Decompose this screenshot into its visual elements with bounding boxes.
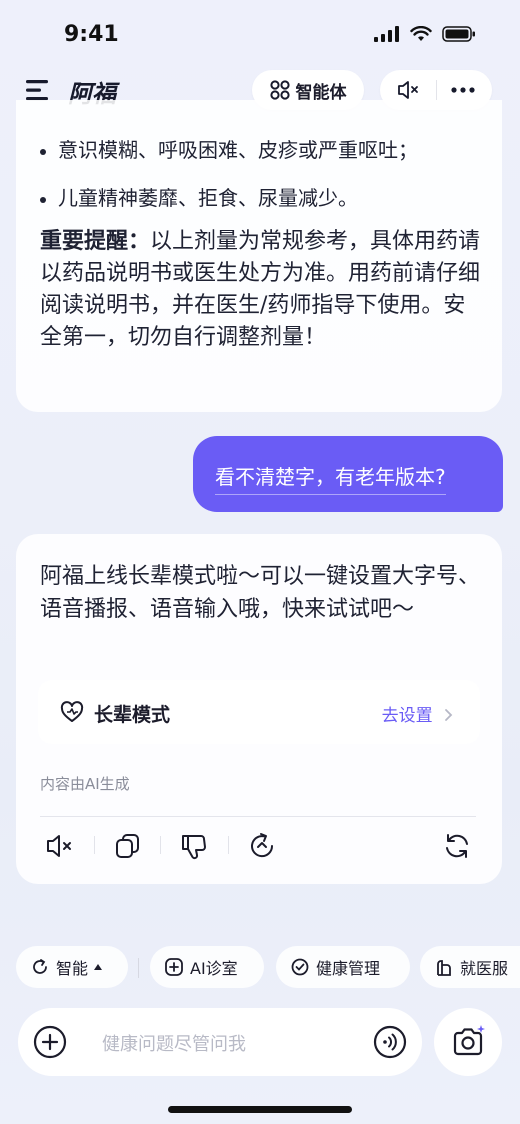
bullet-item: 意识模糊、呼吸困难、皮疹或严重呕吐； <box>40 134 418 163</box>
header-divider <box>436 80 437 100</box>
status-bar: 9:41 <box>0 0 520 70</box>
bullet-text: 意识模糊、呼吸困难、皮疹或严重呕吐； <box>58 138 418 162</box>
action-separator <box>94 836 95 854</box>
chevron-right-icon <box>445 709 453 721</box>
chip-label: 健康管理 <box>316 959 381 978</box>
bullet-dot <box>40 196 46 203</box>
agent-grid-icon <box>269 80 290 100</box>
wifi-icon <box>410 26 432 41</box>
bullet-text: 儿童精神萎靡、拒食、尿量减少。 <box>58 186 358 210</box>
regenerate-icon[interactable] <box>441 830 473 862</box>
thumbs-down-icon[interactable] <box>178 830 210 862</box>
chat-input[interactable]: 健康问题尽管问我 <box>102 1030 246 1056</box>
chip-label: 就医服 <box>460 959 509 978</box>
chip-medical-service[interactable]: 就医服 <box>420 946 520 988</box>
camera-icon <box>453 1025 485 1056</box>
action-separator <box>228 836 229 854</box>
clinic-icon <box>165 958 183 976</box>
bullet-item: 儿童精神萎靡、拒食、尿量减少。 <box>40 182 358 211</box>
chip-separator <box>138 958 139 978</box>
elder-mode-label: 长辈模式 <box>94 704 171 726</box>
camera-button[interactable] <box>434 1008 502 1076</box>
reply-text: 阿福上线长辈模式啦～可以一键设置大字号、语音播报、语音输入哦，快来试试吧～ <box>40 564 481 622</box>
share-icon[interactable] <box>246 830 278 862</box>
chip-label: AI诊室 <box>190 959 238 978</box>
signal-icon <box>374 26 399 42</box>
chip-health-management[interactable]: 健康管理 <box>276 946 410 988</box>
user-message-bubble: 看不清楚字，有老年版本? <box>193 436 503 512</box>
more-icon[interactable] <box>450 84 476 96</box>
plus-icon[interactable] <box>32 1024 68 1060</box>
health-check-icon <box>291 958 309 976</box>
action-separator <box>160 836 161 854</box>
user-message-text: 看不清楚字，有老年版本? <box>215 461 446 495</box>
agent-label: 智能体 <box>295 82 347 103</box>
heart-icon <box>60 701 84 722</box>
go-setup-label: 去设置 <box>381 706 433 726</box>
battery-icon <box>442 26 475 42</box>
chat-input-bar: 健康问题尽管问我 <box>18 1008 422 1076</box>
reminder-heading: 重要提醒： <box>40 229 151 254</box>
chip-label: 智能 <box>56 959 89 978</box>
chip-ai-clinic[interactable]: AI诊室 <box>150 946 264 988</box>
copy-icon[interactable] <box>112 830 144 862</box>
caret-up-icon <box>94 964 103 970</box>
speaker-mute-icon[interactable] <box>44 830 76 862</box>
status-icons <box>374 26 476 42</box>
bullet-dot <box>40 148 46 155</box>
refresh-mode-icon <box>33 959 47 974</box>
actions-divider <box>40 816 476 817</box>
important-reminder: 重要提醒：以上剂量为常规参考，具体用药请以药品说明书或医生处方为准。用药前请仔细… <box>40 226 482 354</box>
status-time: 9:41 <box>64 22 119 47</box>
quick-chips: 智能 AI诊室 健康管理 就医服 <box>0 946 520 990</box>
chip-smart[interactable]: 智能 <box>16 946 128 988</box>
ai-generated-note: 内容由AI生成 <box>40 775 130 793</box>
mute-icon[interactable] <box>396 79 422 101</box>
go-setup-link[interactable]: 去设置 <box>382 701 454 726</box>
menu-icon[interactable] <box>26 78 52 102</box>
hospital-icon <box>437 960 451 976</box>
home-indicator <box>168 1106 352 1113</box>
voice-input-icon[interactable] <box>372 1024 408 1060</box>
elder-mode-card[interactable]: 长辈模式 去设置 <box>38 680 480 744</box>
